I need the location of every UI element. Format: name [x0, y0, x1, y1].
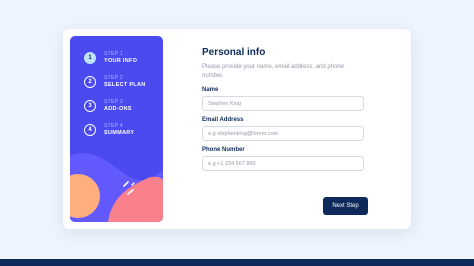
- bottom-bar: [0, 259, 474, 266]
- step-number: 3: [84, 100, 96, 112]
- name-input[interactable]: Stephen King: [202, 96, 364, 111]
- step-item-select-plan[interactable]: 2 STEP 2 SELECT PLAN: [84, 74, 146, 90]
- page-title: Personal info: [202, 47, 266, 58]
- email-label: Email Address: [202, 117, 244, 123]
- step-label: YOUR INFO: [104, 58, 138, 64]
- step-sub: STEP 2: [104, 75, 123, 81]
- step-item-add-ons[interactable]: 3 STEP 3 ADD-ONS: [84, 98, 146, 114]
- step-label: ADD-ONS: [104, 106, 132, 112]
- steps-list: 1 STEP 1 YOUR INFO 2 STEP 2 SELECT PLAN …: [84, 50, 146, 146]
- form-card: 1 STEP 1 YOUR INFO 2 STEP 2 SELECT PLAN …: [63, 29, 411, 229]
- step-label: SELECT PLAN: [104, 82, 146, 88]
- step-sub: STEP 3: [104, 99, 123, 105]
- email-field-group: Email Address e.g stephenking@lorem.com: [202, 117, 364, 141]
- name-label: Name: [202, 87, 219, 93]
- phone-field-group: Phone Number e.g +1 234 567 890: [202, 147, 364, 171]
- step-sub: STEP 1: [104, 51, 123, 57]
- email-input[interactable]: e.g stephenking@lorem.com: [202, 126, 364, 141]
- step-item-summary[interactable]: 4 STEP 4 SUMMARY: [84, 122, 146, 138]
- next-step-button[interactable]: Next Step: [323, 197, 368, 215]
- step-label: SUMMARY: [104, 130, 135, 136]
- step-number: 1: [84, 52, 96, 64]
- steps-sidebar: 1 STEP 1 YOUR INFO 2 STEP 2 SELECT PLAN …: [70, 36, 163, 222]
- phone-input[interactable]: e.g +1 234 567 890: [202, 156, 364, 171]
- page-description: Please provide your name, email address,…: [202, 64, 345, 79]
- step-number: 2: [84, 76, 96, 88]
- name-field-group: Name Stephen King: [202, 87, 364, 111]
- phone-label: Phone Number: [202, 147, 245, 153]
- personal-info-form: Personal info Please provide your name, …: [202, 47, 364, 171]
- step-item-your-info[interactable]: 1 STEP 1 YOUR INFO: [84, 50, 146, 66]
- step-sub: STEP 4: [104, 123, 123, 129]
- step-number: 4: [84, 124, 96, 136]
